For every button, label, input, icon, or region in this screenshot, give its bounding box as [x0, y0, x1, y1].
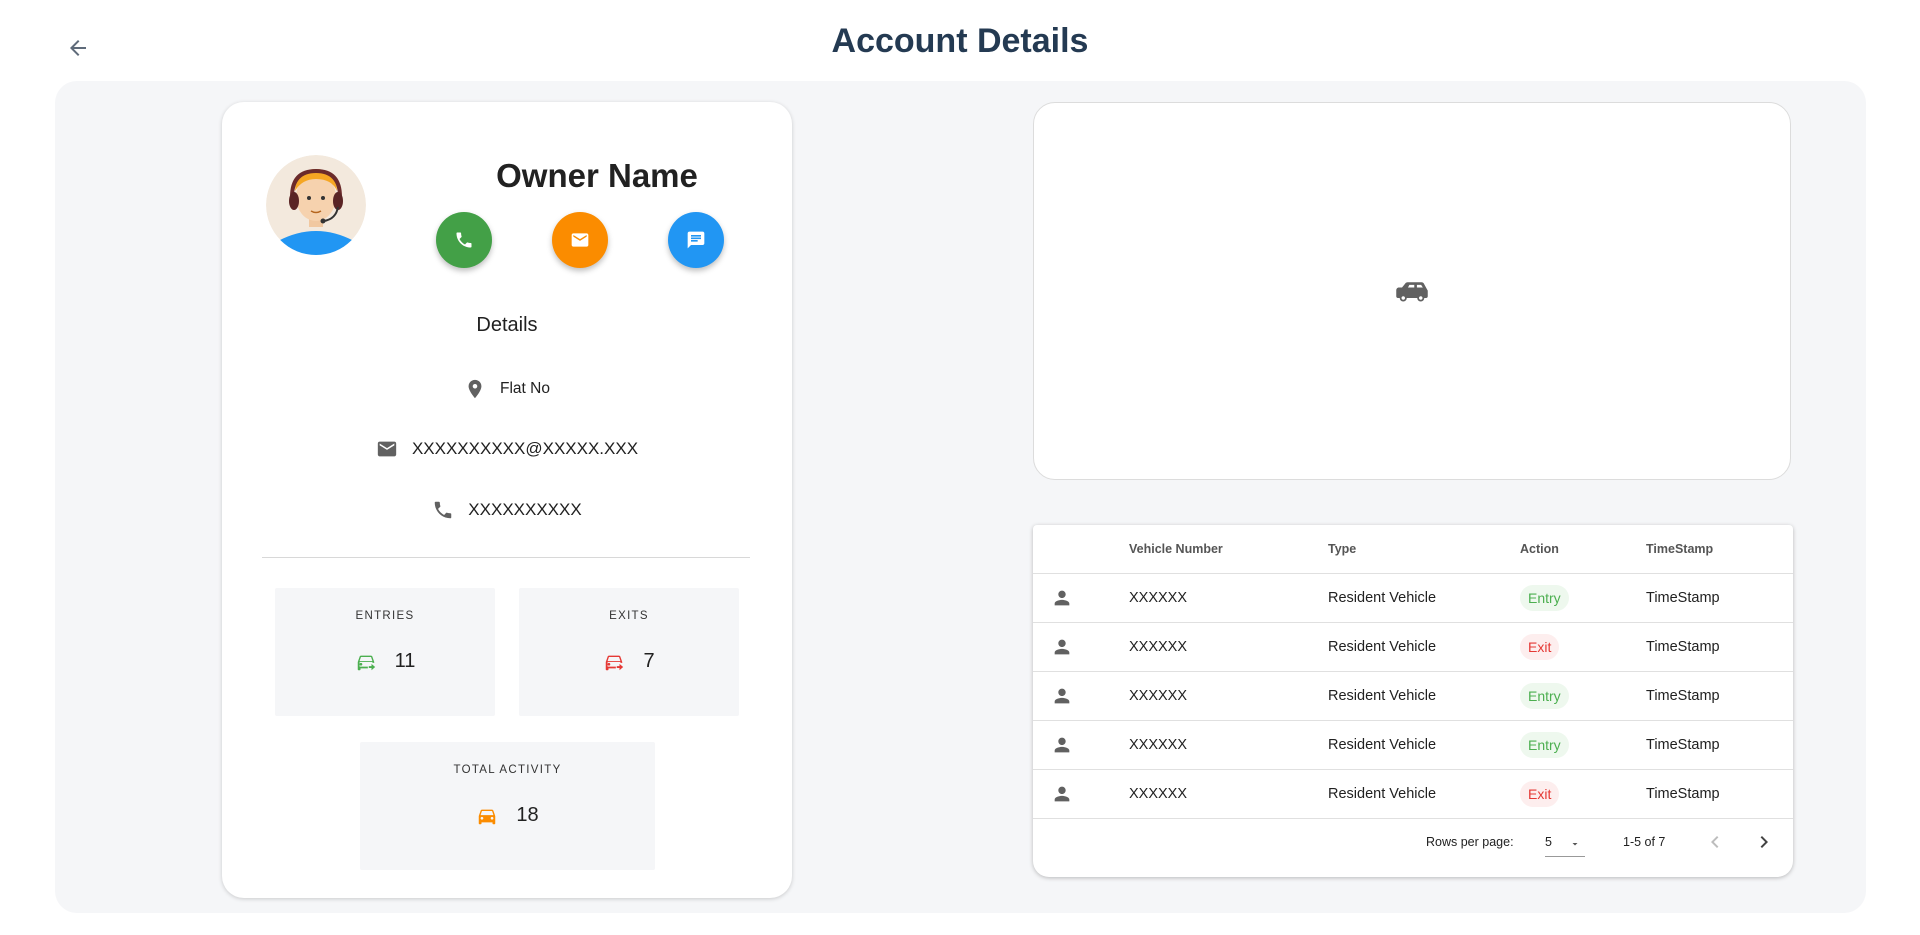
- rows-per-page-value: 5: [1545, 835, 1552, 849]
- exits-value: 7: [643, 650, 655, 672]
- table-pagination: Rows per page: 5 1-5 of 7: [1033, 818, 1793, 876]
- table-row[interactable]: XXXXXX Resident Vehicle Exit TimeStamp: [1033, 623, 1793, 672]
- owner-name: Owner Name: [496, 157, 698, 194]
- profile-card: Owner Name Details Flat No XXXXXXXXXX@XX…: [222, 102, 792, 898]
- chevron-right-icon: [1760, 836, 1768, 848]
- vehicle-number: XXXXXX: [1129, 737, 1188, 753]
- vehicle-type: Resident Vehicle: [1328, 590, 1437, 606]
- exits-stat: EXITS 7: [519, 588, 739, 716]
- table-row[interactable]: XXXXXX Resident Vehicle Entry TimeStamp: [1033, 574, 1793, 623]
- timestamp: TimeStamp: [1646, 590, 1720, 606]
- vehicle-type: Resident Vehicle: [1328, 639, 1437, 655]
- table-header: Vehicle Number Type Action TimeStamp: [1033, 525, 1793, 574]
- exits-label: EXITS: [609, 610, 649, 622]
- message-button[interactable]: [668, 212, 724, 268]
- phone-row: XXXXXXXXXX: [222, 499, 792, 521]
- mail-icon: [377, 441, 397, 457]
- phone-icon: [435, 501, 452, 519]
- divider: [262, 557, 750, 558]
- car-icon: [1396, 282, 1428, 302]
- timestamp: TimeStamp: [1646, 639, 1720, 655]
- message-icon: [687, 231, 705, 249]
- entries-value: 11: [394, 650, 416, 672]
- page-range: 1-5 of 7: [1623, 835, 1666, 849]
- previous-page-button[interactable]: [1703, 830, 1727, 857]
- mail-icon: [571, 233, 589, 247]
- vehicle-number: XXXXXX: [1129, 688, 1188, 704]
- person-icon: [1054, 590, 1070, 606]
- email-value: XXXXXXXXXX@XXXXX.XXX: [411, 439, 639, 458]
- avatar: [266, 155, 366, 255]
- vehicle-number: XXXXXX: [1129, 639, 1188, 655]
- page-title: Account Details: [831, 22, 1089, 60]
- action-chip: Entry: [1520, 732, 1569, 758]
- person-icon: [1054, 737, 1070, 753]
- details-heading: Details: [476, 314, 538, 336]
- person-icon: [1054, 786, 1070, 802]
- vehicle-image-card: [1033, 102, 1791, 480]
- phone-icon: [456, 232, 472, 248]
- car-icon: [479, 809, 496, 824]
- table-row[interactable]: XXXXXX Resident Vehicle Entry TimeStamp: [1033, 672, 1793, 721]
- car-entry-icon: [357, 655, 375, 670]
- activity-table: Vehicle Number Type Action TimeStamp XXX…: [1033, 525, 1793, 877]
- rows-per-page-label: Rows per page:: [1426, 835, 1514, 849]
- entries-stat: ENTRIES 11: [275, 588, 495, 716]
- flat-number: Flat No: [500, 380, 550, 397]
- vehicle-number: XXXXXX: [1129, 786, 1188, 802]
- vehicle-type: Resident Vehicle: [1328, 737, 1437, 753]
- caret-down-icon: [1572, 843, 1578, 846]
- email-row: XXXXXXXXXX@XXXXX.XXX: [222, 438, 792, 460]
- vehicle-type: Resident Vehicle: [1328, 688, 1437, 704]
- call-button[interactable]: [436, 212, 492, 268]
- car-exit-icon: [606, 655, 624, 670]
- action-chip: Entry: [1520, 585, 1569, 611]
- table-row[interactable]: XXXXXX Resident Vehicle Exit TimeStamp: [1033, 770, 1793, 819]
- vehicle-type: Resident Vehicle: [1328, 786, 1437, 802]
- timestamp: TimeStamp: [1646, 688, 1720, 704]
- phone-value: XXXXXXXXXX: [468, 500, 582, 519]
- person-icon: [1054, 639, 1070, 655]
- header-action: Action: [1520, 542, 1559, 556]
- total-activity-stat: TOTAL ACTIVITY 18: [360, 742, 655, 870]
- email-button[interactable]: [552, 212, 608, 268]
- rows-per-page-select[interactable]: 5: [1545, 830, 1585, 857]
- vehicle-number: XXXXXX: [1129, 590, 1188, 606]
- header-vehicle-number: Vehicle Number: [1129, 542, 1223, 556]
- person-icon: [1054, 688, 1070, 704]
- entries-label: ENTRIES: [355, 610, 415, 622]
- total-activity-label: TOTAL ACTIVITY: [453, 764, 562, 776]
- action-chip: Exit: [1520, 634, 1560, 660]
- flat-row: Flat No: [222, 378, 792, 400]
- next-page-button[interactable]: [1752, 830, 1776, 857]
- action-chip: Entry: [1520, 683, 1569, 709]
- timestamp: TimeStamp: [1646, 786, 1720, 802]
- table-row[interactable]: XXXXXX Resident Vehicle Entry TimeStamp: [1033, 721, 1793, 770]
- header-type: Type: [1328, 542, 1357, 556]
- chevron-left-icon: [1711, 836, 1719, 848]
- location-pin-icon: [468, 379, 482, 399]
- timestamp: TimeStamp: [1646, 737, 1720, 753]
- total-activity-value: 18: [516, 804, 539, 826]
- action-chip: Exit: [1520, 781, 1560, 807]
- header-timestamp: TimeStamp: [1646, 542, 1714, 556]
